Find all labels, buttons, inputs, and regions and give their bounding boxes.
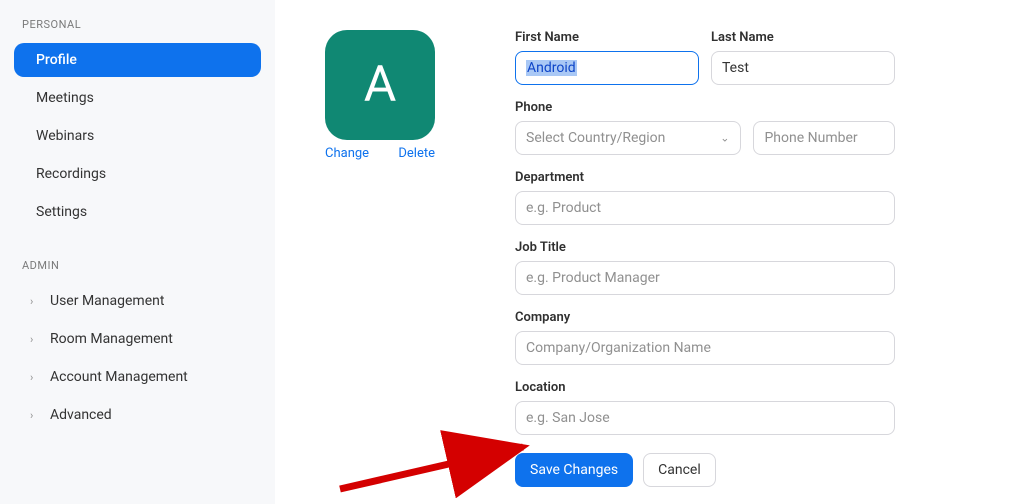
sidebar: PERSONAL Profile Meetings Webinars Recor… (0, 0, 275, 504)
form-buttons: Save Changes Cancel (515, 453, 895, 487)
job-title-label: Job Title (515, 240, 895, 255)
last-name-input[interactable] (711, 51, 895, 85)
first-name-label: First Name (515, 30, 699, 45)
department-label: Department (515, 170, 895, 185)
job-title-input[interactable] (515, 261, 895, 295)
sidebar-item-advanced[interactable]: › Advanced (14, 398, 261, 432)
main-content: A Change Delete First Name Android Last … (275, 0, 1024, 504)
profile-form: First Name Android Last Name Phone ⌄ (515, 30, 895, 504)
sidebar-item-user-management[interactable]: › User Management (14, 284, 261, 318)
chevron-right-icon: › (30, 295, 44, 308)
sidebar-item-room-management[interactable]: › Room Management (14, 322, 261, 356)
phone-number-input[interactable] (753, 121, 895, 155)
sidebar-item-label: User Management (50, 293, 164, 309)
sidebar-item-label: Recordings (36, 166, 106, 182)
sidebar-item-label: Meetings (36, 90, 94, 106)
phone-country-select[interactable] (515, 121, 741, 155)
sidebar-item-profile[interactable]: Profile (14, 43, 261, 77)
avatar-initial: A (364, 56, 397, 114)
avatar-actions: Change Delete (325, 146, 435, 161)
location-input[interactable] (515, 401, 895, 435)
avatar-delete-link[interactable]: Delete (398, 146, 435, 161)
sidebar-item-meetings[interactable]: Meetings (14, 81, 261, 115)
location-label: Location (515, 380, 895, 395)
first-name-value: Android (526, 60, 577, 76)
chevron-right-icon: › (30, 409, 44, 422)
sidebar-section-admin: ADMIN (22, 259, 261, 272)
avatar-change-link[interactable]: Change (325, 146, 369, 161)
last-name-label: Last Name (711, 30, 895, 45)
company-label: Company (515, 310, 895, 325)
phone-label: Phone (515, 100, 895, 115)
cancel-button[interactable]: Cancel (643, 453, 716, 487)
company-input[interactable] (515, 331, 895, 365)
avatar-column: A Change Delete (325, 30, 435, 504)
sidebar-item-label: Webinars (36, 128, 94, 144)
sidebar-item-label: Account Management (50, 369, 188, 385)
department-input[interactable] (515, 191, 895, 225)
avatar[interactable]: A (325, 30, 435, 140)
save-button[interactable]: Save Changes (515, 453, 633, 487)
sidebar-item-label: Room Management (50, 331, 173, 347)
sidebar-section-personal: PERSONAL (22, 18, 261, 31)
sidebar-item-recordings[interactable]: Recordings (14, 157, 261, 191)
sidebar-item-label: Settings (36, 204, 87, 220)
sidebar-item-label: Advanced (50, 407, 112, 423)
sidebar-item-label: Profile (36, 52, 77, 68)
chevron-right-icon: › (30, 333, 44, 346)
sidebar-item-account-management[interactable]: › Account Management (14, 360, 261, 394)
chevron-right-icon: › (30, 371, 44, 384)
sidebar-item-settings[interactable]: Settings (14, 195, 261, 229)
sidebar-item-webinars[interactable]: Webinars (14, 119, 261, 153)
first-name-input[interactable]: Android (515, 51, 699, 85)
